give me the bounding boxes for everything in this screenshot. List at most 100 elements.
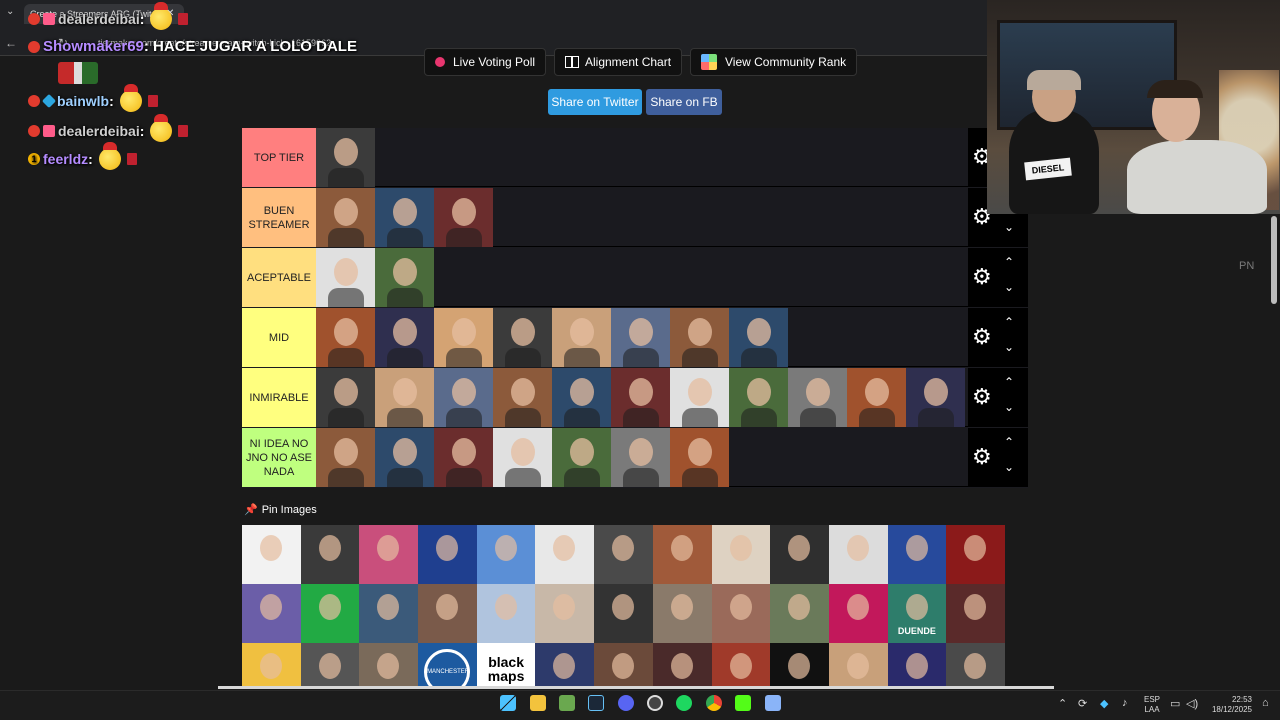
gear-icon[interactable]: ⚙	[972, 326, 992, 348]
pool-image[interactable]	[594, 643, 653, 688]
chevron-up-icon[interactable]: ⌃	[1004, 375, 1014, 389]
chevron-down-icon[interactable]: ⌄	[1004, 280, 1014, 294]
streamer-tile[interactable]	[316, 428, 375, 487]
tier-label[interactable]: ACEPTABLE	[242, 248, 316, 307]
chevron-up-icon[interactable]: ⌃	[1004, 315, 1014, 329]
streamer-tile[interactable]	[729, 368, 788, 427]
pool-image[interactable]	[946, 525, 1005, 584]
pool-image[interactable]	[359, 525, 419, 584]
pool-image[interactable]	[828, 525, 888, 584]
pool-image[interactable]	[418, 525, 477, 584]
app-icon[interactable]	[559, 695, 575, 711]
streamer-tile[interactable]	[847, 368, 906, 427]
pool-image[interactable]	[359, 643, 419, 688]
pool-image[interactable]	[300, 525, 360, 584]
pool-image[interactable]	[300, 643, 360, 688]
language-indicator[interactable]: ESP LAA	[1144, 695, 1160, 715]
streamer-tile[interactable]	[434, 308, 493, 367]
streamer-tile[interactable]	[316, 188, 375, 247]
notification-icon[interactable]: ⌂	[1262, 697, 1269, 709]
volume-icon[interactable]: ◁)	[1186, 697, 1198, 710]
tier-label[interactable]: MID	[242, 308, 316, 367]
pool-image[interactable]	[242, 584, 301, 643]
streamer-tile[interactable]	[493, 308, 552, 367]
share-fb-button[interactable]: Share on FB	[646, 89, 722, 115]
gear-icon[interactable]: ⚙	[972, 386, 992, 408]
tab-list-icon[interactable]: ⌄	[6, 6, 14, 17]
pool-image[interactable]	[242, 643, 301, 688]
streamer-tile[interactable]	[729, 308, 788, 367]
pool-image[interactable]	[946, 584, 1005, 643]
streamer-tile[interactable]	[375, 188, 434, 247]
pool-image[interactable]	[652, 584, 712, 643]
streamer-tile[interactable]	[552, 368, 611, 427]
pool-image[interactable]	[242, 525, 301, 584]
pool-image[interactable]	[652, 525, 712, 584]
tier-label[interactable]: INMIRABLE	[242, 368, 316, 427]
chevron-down-icon[interactable]: ⌄	[1004, 460, 1014, 474]
streamer-tile[interactable]	[670, 308, 729, 367]
streamer-tile[interactable]	[906, 368, 965, 427]
alignment-chart-button[interactable]: Alignment Chart	[554, 48, 683, 76]
pool-image[interactable]	[535, 525, 595, 584]
spotify-icon[interactable]	[676, 695, 692, 711]
chevron-down-icon[interactable]: ⌄	[1004, 400, 1014, 414]
tier-label[interactable]: TOP TIER	[242, 128, 316, 187]
streamer-tile[interactable]	[434, 428, 493, 487]
streamer-tile[interactable]	[434, 368, 493, 427]
sync-icon[interactable]: ⟳	[1078, 697, 1087, 710]
clock[interactable]: 22:53 18/12/2025	[1208, 695, 1252, 715]
kick-icon[interactable]	[735, 695, 751, 711]
streamer-tile[interactable]	[788, 368, 847, 427]
pool-image[interactable]	[770, 584, 829, 643]
streamer-tile[interactable]	[552, 428, 611, 487]
streamer-tile[interactable]	[316, 308, 375, 367]
pool-image[interactable]	[594, 525, 653, 584]
discord-icon[interactable]	[618, 695, 634, 711]
mic-icon[interactable]: ♪	[1122, 697, 1128, 709]
tier-label[interactable]: NI IDEA NO JNO NO ASE NADA	[242, 428, 316, 487]
notepad-icon[interactable]	[765, 695, 781, 711]
streamer-tile[interactable]	[375, 428, 434, 487]
streamer-tile[interactable]	[434, 188, 493, 247]
security-icon[interactable]: ◆	[1100, 697, 1108, 710]
chevron-up-icon[interactable]: ⌃	[1004, 435, 1014, 449]
streamer-tile[interactable]	[375, 308, 434, 367]
streamer-tile[interactable]	[552, 308, 611, 367]
pool-image[interactable]	[887, 525, 947, 584]
horizontal-scrollbar[interactable]	[218, 686, 1054, 689]
pool-image[interactable]	[359, 584, 419, 643]
obs-icon[interactable]	[647, 695, 663, 711]
gear-icon[interactable]: ⚙	[972, 266, 992, 288]
streamer-tile[interactable]	[375, 248, 434, 307]
pool-image[interactable]	[300, 584, 360, 643]
pool-image[interactable]	[711, 643, 771, 688]
pool-image[interactable]	[594, 584, 653, 643]
streamer-tile[interactable]	[670, 428, 729, 487]
pool-image[interactable]	[770, 643, 829, 688]
streamer-tile[interactable]	[611, 428, 670, 487]
pool-image[interactable]	[770, 525, 829, 584]
pool-image[interactable]	[887, 643, 947, 688]
streamer-tile[interactable]	[670, 368, 729, 427]
pool-image[interactable]	[946, 643, 1005, 688]
pool-image[interactable]: DUENDE	[887, 584, 947, 643]
pool-image[interactable]	[535, 584, 595, 643]
network-icon[interactable]: ▭	[1170, 697, 1180, 710]
pool-image[interactable]	[476, 584, 536, 643]
streamer-tile[interactable]	[316, 248, 375, 307]
streamer-tile[interactable]	[611, 308, 670, 367]
manchester-logo[interactable]: MANCHESTER	[418, 643, 477, 688]
streamer-tile[interactable]	[316, 128, 375, 187]
tier-label[interactable]: BUEN STREAMER	[242, 188, 316, 247]
chevron-up-icon[interactable]: ⌃	[1004, 255, 1014, 269]
gear-icon[interactable]: ⚙	[972, 446, 992, 468]
pool-image[interactable]	[476, 525, 536, 584]
chevron-up-icon[interactable]: ⌃	[1058, 697, 1067, 710]
streamer-tile[interactable]	[493, 428, 552, 487]
file-explorer-icon[interactable]	[530, 695, 546, 711]
pool-image[interactable]	[535, 643, 595, 688]
live-voting-poll-button[interactable]: Live Voting Poll	[424, 48, 547, 76]
black-maps-logo[interactable]: black maps	[476, 643, 536, 688]
streamer-tile[interactable]	[316, 368, 375, 427]
